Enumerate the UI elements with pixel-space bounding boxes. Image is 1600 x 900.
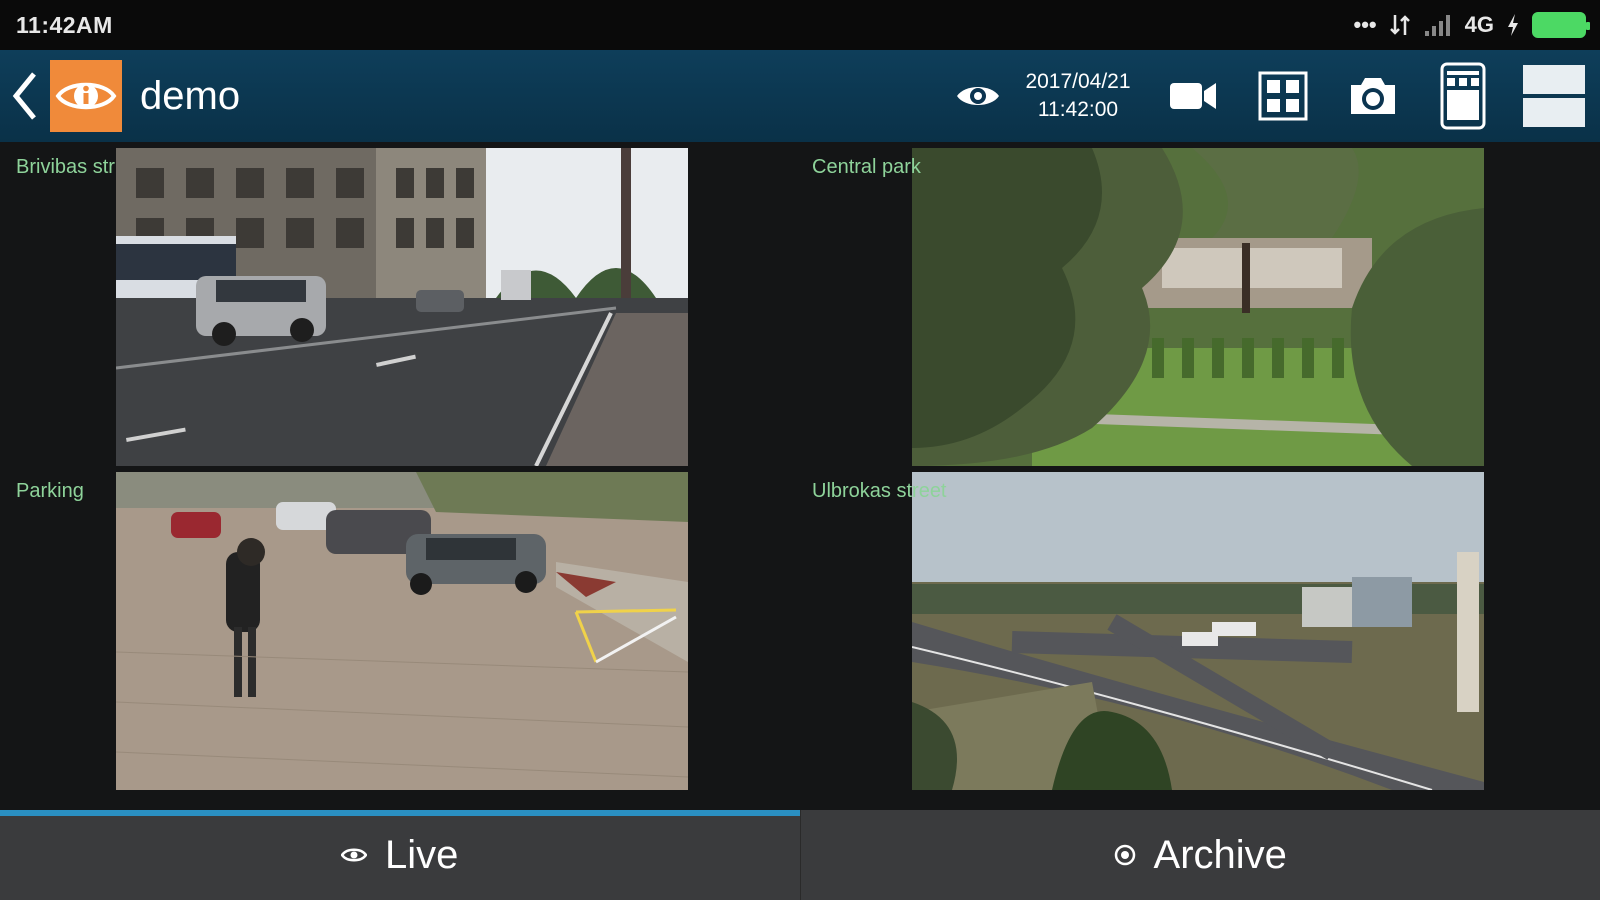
app-toolbar: demo 2017/04/21 11:42:00 bbox=[0, 50, 1600, 142]
eye-info-icon bbox=[55, 82, 117, 110]
date-text: 2017/04/21 bbox=[1025, 70, 1131, 93]
view-mode-button[interactable] bbox=[948, 50, 1008, 142]
device-layout-button[interactable] bbox=[1418, 50, 1508, 142]
signal-icon bbox=[1424, 15, 1450, 36]
app-logo bbox=[50, 60, 122, 132]
camera-label: Parking bbox=[16, 480, 84, 502]
network-type: 4G bbox=[1464, 12, 1494, 37]
grid-layout-button[interactable] bbox=[1238, 50, 1328, 142]
tab-live[interactable]: Live bbox=[0, 810, 800, 900]
camera-label: Brivibas str bbox=[16, 156, 115, 178]
eye-icon bbox=[341, 848, 368, 862]
tab-archive-label: Archive bbox=[1153, 832, 1287, 877]
camera-label: Ulbrokas street bbox=[812, 480, 947, 502]
status-time: 11:42AM bbox=[16, 11, 113, 38]
street-feed-image bbox=[116, 148, 688, 466]
status-bar: 11:42AM ••• 4G bbox=[0, 0, 1600, 50]
park-feed-image bbox=[912, 148, 1484, 466]
more-dots-icon: ••• bbox=[1353, 12, 1377, 37]
bottom-tab-bar: Live Archive bbox=[0, 810, 1600, 900]
record-button[interactable] bbox=[1148, 50, 1238, 142]
data-transfer-icon bbox=[1389, 15, 1410, 35]
camera-label: Central park bbox=[812, 156, 921, 178]
status-icons: ••• 4G bbox=[1353, 12, 1590, 38]
chevron-left-icon bbox=[12, 72, 36, 120]
camera-grid: Brivibas str Central park Parking Ulbrok… bbox=[0, 142, 1600, 810]
eye-icon bbox=[957, 87, 999, 105]
datetime-selector[interactable]: 2017/04/21 11:42:00 bbox=[1008, 68, 1148, 124]
time-text: 11:42:00 bbox=[1037, 98, 1119, 121]
grid-icon bbox=[1258, 71, 1308, 121]
split-view-button[interactable] bbox=[1508, 50, 1600, 142]
record-dot-icon bbox=[1114, 844, 1135, 866]
road-feed-image bbox=[912, 472, 1484, 790]
battery-icon bbox=[1532, 12, 1590, 38]
phone-layout-icon bbox=[1440, 62, 1486, 130]
tab-live-label: Live bbox=[385, 832, 459, 877]
back-button[interactable] bbox=[0, 50, 50, 142]
camera-icon bbox=[1351, 78, 1395, 114]
camera-view-brivibas[interactable] bbox=[116, 148, 688, 466]
camera-view-central-park[interactable] bbox=[912, 148, 1484, 466]
snapshot-button[interactable] bbox=[1328, 50, 1418, 142]
camera-view-parking[interactable] bbox=[116, 472, 688, 790]
page-title: demo bbox=[140, 73, 241, 118]
tab-archive[interactable]: Archive bbox=[801, 810, 1600, 900]
charging-icon bbox=[1508, 14, 1518, 36]
parking-feed-image bbox=[116, 472, 688, 790]
rows-layout-icon bbox=[1523, 65, 1585, 127]
camera-view-ulbrokas[interactable] bbox=[912, 472, 1484, 790]
video-camera-icon bbox=[1170, 83, 1216, 109]
